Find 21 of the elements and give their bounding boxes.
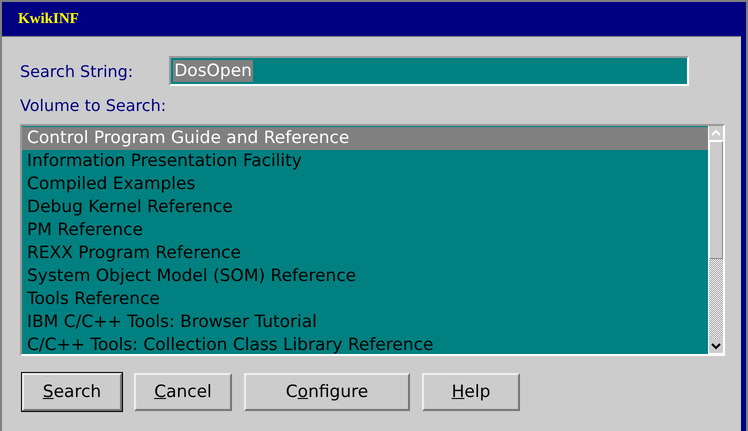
dialog-button[interactable]: Cancel — [134, 373, 232, 411]
list-item[interactable]: Compiled Examples — [22, 173, 708, 196]
list-item[interactable]: C/C++ Tools: Collection Class Library Reference — [22, 334, 708, 357]
field-value: DosOpen — [173, 60, 253, 82]
search-field[interactable]: DosOpen — [169, 56, 690, 86]
dialog-button[interactable]: Search — [22, 373, 122, 411]
list-item[interactable]: Tools Reference — [22, 288, 708, 311]
volume-label: Volume to Search: — [20, 96, 168, 115]
window-title: KwikINF — [18, 10, 79, 28]
search-string-label: Search String: — [20, 62, 134, 80]
dialog-button[interactable]: Configure — [244, 373, 410, 411]
list-item[interactable]: Debug Kernel Reference — [22, 196, 708, 219]
list-item[interactable]: PM Reference — [22, 219, 708, 242]
scrollbar[interactable] — [708, 126, 723, 354]
list-item[interactable]: IBM C/C++ Tools: Browser Tutorial — [22, 311, 708, 334]
list-item[interactable]: Information Presentation Facility — [22, 150, 708, 173]
scrollbar-thumb[interactable] — [709, 141, 723, 259]
dialog-button[interactable]: Help — [422, 373, 520, 411]
list-item[interactable]: System Object Model (SOM) Reference — [22, 265, 708, 288]
list-item[interactable]: REXX Program Reference — [22, 242, 708, 265]
list-item[interactable]: Control Program Guide and Reference — [22, 127, 708, 150]
